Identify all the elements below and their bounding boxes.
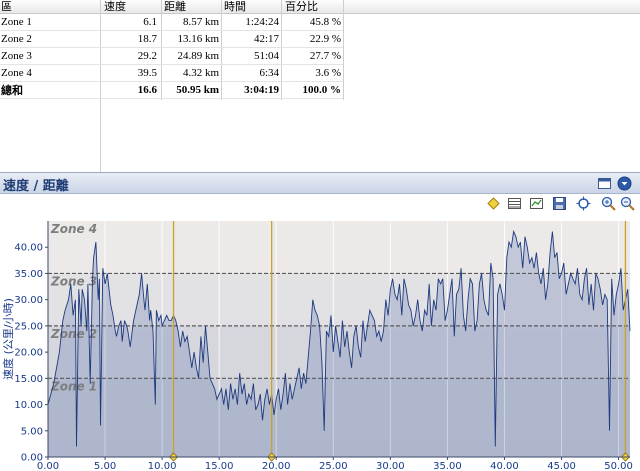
y-tick-label: 35.00 xyxy=(14,269,43,280)
zone-label: Zone 3 xyxy=(50,274,97,288)
chart-panel-header: 速度 / 距離 xyxy=(0,172,640,194)
table-row[interactable]: Zone 1 6.1 8.57 km 1:24:24 45.8 % xyxy=(0,14,343,31)
column-header-zone[interactable]: 區 xyxy=(1,0,12,14)
zone-name: Zone 4 xyxy=(1,67,32,79)
table-total-row[interactable]: 總和 16.6 50.95 km 3:04:19 100.0 % xyxy=(0,82,343,99)
zone-speed: 18.7 xyxy=(137,33,157,45)
zone-name: Zone 1 xyxy=(1,16,32,28)
total-percent: 100.0 % xyxy=(302,84,342,96)
column-header-distance[interactable]: 距離 xyxy=(164,0,186,14)
x-tick-label: 50.00 xyxy=(604,461,633,471)
chart-panel-title: 速度 / 距離 xyxy=(3,179,69,194)
x-tick-label: 20.00 xyxy=(262,461,291,471)
diamond-marker-icon[interactable] xyxy=(486,196,501,211)
column-divider xyxy=(343,0,344,100)
y-tick-label: 15.00 xyxy=(14,374,43,385)
zoom-in-icon[interactable] xyxy=(601,196,616,211)
zoom-out-icon[interactable] xyxy=(620,196,635,211)
total-label: 總和 xyxy=(1,84,23,97)
zone-percent: 22.9 % xyxy=(309,33,341,45)
y-tick-label: 40.00 xyxy=(14,243,43,254)
x-tick-label: 25.00 xyxy=(319,461,348,471)
save-icon[interactable] xyxy=(552,196,567,211)
zone-name: Zone 3 xyxy=(1,50,32,62)
y-axis-title: 速度 (公里/小時) xyxy=(1,298,15,380)
y-tick-label: 20.00 xyxy=(14,348,43,359)
fit-target-icon[interactable] xyxy=(576,196,591,211)
zone-label: Zone 2 xyxy=(50,327,97,341)
x-tick-label: 0.00 xyxy=(37,461,59,471)
y-tick-label: 30.00 xyxy=(14,295,43,306)
total-time: 3:04:19 xyxy=(244,84,279,96)
table-header: 區 速度 距離 時間 百分比 xyxy=(0,0,640,14)
chart-view-icon[interactable] xyxy=(529,196,544,211)
column-header-time[interactable]: 時間 xyxy=(224,0,246,14)
zone-name: Zone 2 xyxy=(1,33,32,45)
x-tick-label: 45.00 xyxy=(547,461,576,471)
x-tick-label: 35.00 xyxy=(433,461,462,471)
table-view-icon[interactable] xyxy=(507,196,522,211)
zone-speed: 6.1 xyxy=(143,16,157,28)
zone-speed: 39.5 xyxy=(137,67,157,79)
zone-percent: 27.7 % xyxy=(309,50,341,62)
zone-distance: 13.16 km xyxy=(177,33,219,45)
zone-label: Zone 4 xyxy=(50,222,97,236)
zone-speed: 29.2 xyxy=(137,50,157,62)
zone-distance: 8.57 km xyxy=(182,16,219,28)
table-row[interactable]: Zone 3 29.2 24.89 km 51:04 27.7 % xyxy=(0,48,343,65)
x-tick-labels: 0.00 5.00 10.00 15.00 20.00 25.00 30.00 35.00 40… xyxy=(37,457,633,471)
column-header-speed[interactable]: 速度 xyxy=(104,0,126,14)
zone-summary-table: 區 速度 距離 時間 百分比 Zone 1 6.1 8.57 km 1:24:2… xyxy=(0,0,640,172)
x-tick-label: 5.00 xyxy=(94,461,116,471)
zone-time: 1:24:24 xyxy=(245,16,279,28)
zone-band xyxy=(48,221,630,274)
table-row[interactable]: Zone 2 18.7 13.16 km 42:17 22.9 % xyxy=(0,31,343,48)
zone-distance: 4.32 km xyxy=(182,67,219,79)
zone-percent: 3.6 % xyxy=(315,67,341,79)
y-tick-label: 25.00 xyxy=(14,321,43,332)
chart-toolbar xyxy=(0,194,640,213)
x-tick-label: 30.00 xyxy=(376,461,405,471)
zone-percent: 45.8 % xyxy=(309,16,341,28)
zone-distance: 24.89 km xyxy=(177,50,219,62)
window-icon[interactable] xyxy=(597,176,612,191)
zone-time: 51:04 xyxy=(253,50,279,62)
y-tick-label: 5.00 xyxy=(21,426,43,437)
speed-distance-chart[interactable]: Zone 1Zone 2Zone 3Zone 4 0.005.0010.0015… xyxy=(0,213,640,471)
x-tick-label: 40.00 xyxy=(490,461,519,471)
y-tick-label: 10.00 xyxy=(14,400,43,411)
x-tick-label: 10.00 xyxy=(148,461,177,471)
zone-time: 6:34 xyxy=(259,67,279,79)
zone-time: 42:17 xyxy=(253,33,279,45)
y-tick-labels: 0.005.0010.0015.0020.0025.0030.0035.0040… xyxy=(14,243,48,464)
total-speed: 16.6 xyxy=(137,84,157,96)
x-tick-label: 15.00 xyxy=(205,461,234,471)
total-distance: 50.95 km xyxy=(176,84,219,96)
column-header-percent[interactable]: 百分比 xyxy=(285,0,318,14)
menu-circle-icon[interactable] xyxy=(617,176,632,191)
table-row[interactable]: Zone 4 39.5 4.32 km 6:34 3.6 % xyxy=(0,65,343,82)
